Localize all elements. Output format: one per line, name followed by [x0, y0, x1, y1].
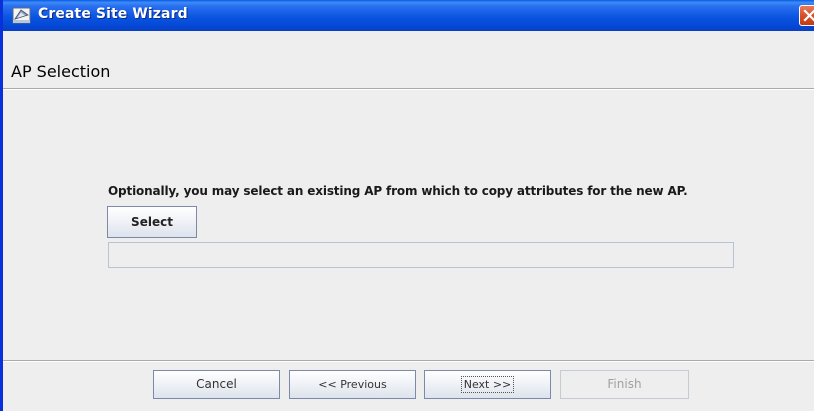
wizard-content: Optionally, you may select an existing A… [3, 90, 814, 360]
wizard-app-icon [12, 6, 31, 25]
wizard-header: AP Selection [3, 31, 814, 89]
wizard-window: Create Site Wizard AP Selection Optional… [0, 0, 814, 411]
close-x-icon [803, 9, 814, 22]
selected-ap-field [108, 242, 734, 268]
page-title: AP Selection [11, 62, 111, 81]
finish-button[interactable]: Finish [560, 370, 689, 399]
instruction-text: Optionally, you may select an existing A… [108, 184, 688, 198]
next-button[interactable]: Next >> [424, 370, 551, 399]
wizard-footer: Cancel << Previous Next >> Finish [3, 362, 814, 411]
previous-button[interactable]: << Previous [289, 370, 416, 399]
window-title: Create Site Wizard [38, 6, 188, 22]
select-ap-button[interactable]: Select [107, 206, 197, 238]
next-button-label: Next >> [460, 376, 515, 393]
cancel-button[interactable]: Cancel [153, 370, 280, 399]
close-button[interactable] [799, 5, 814, 26]
title-bar[interactable]: Create Site Wizard [3, 0, 814, 31]
